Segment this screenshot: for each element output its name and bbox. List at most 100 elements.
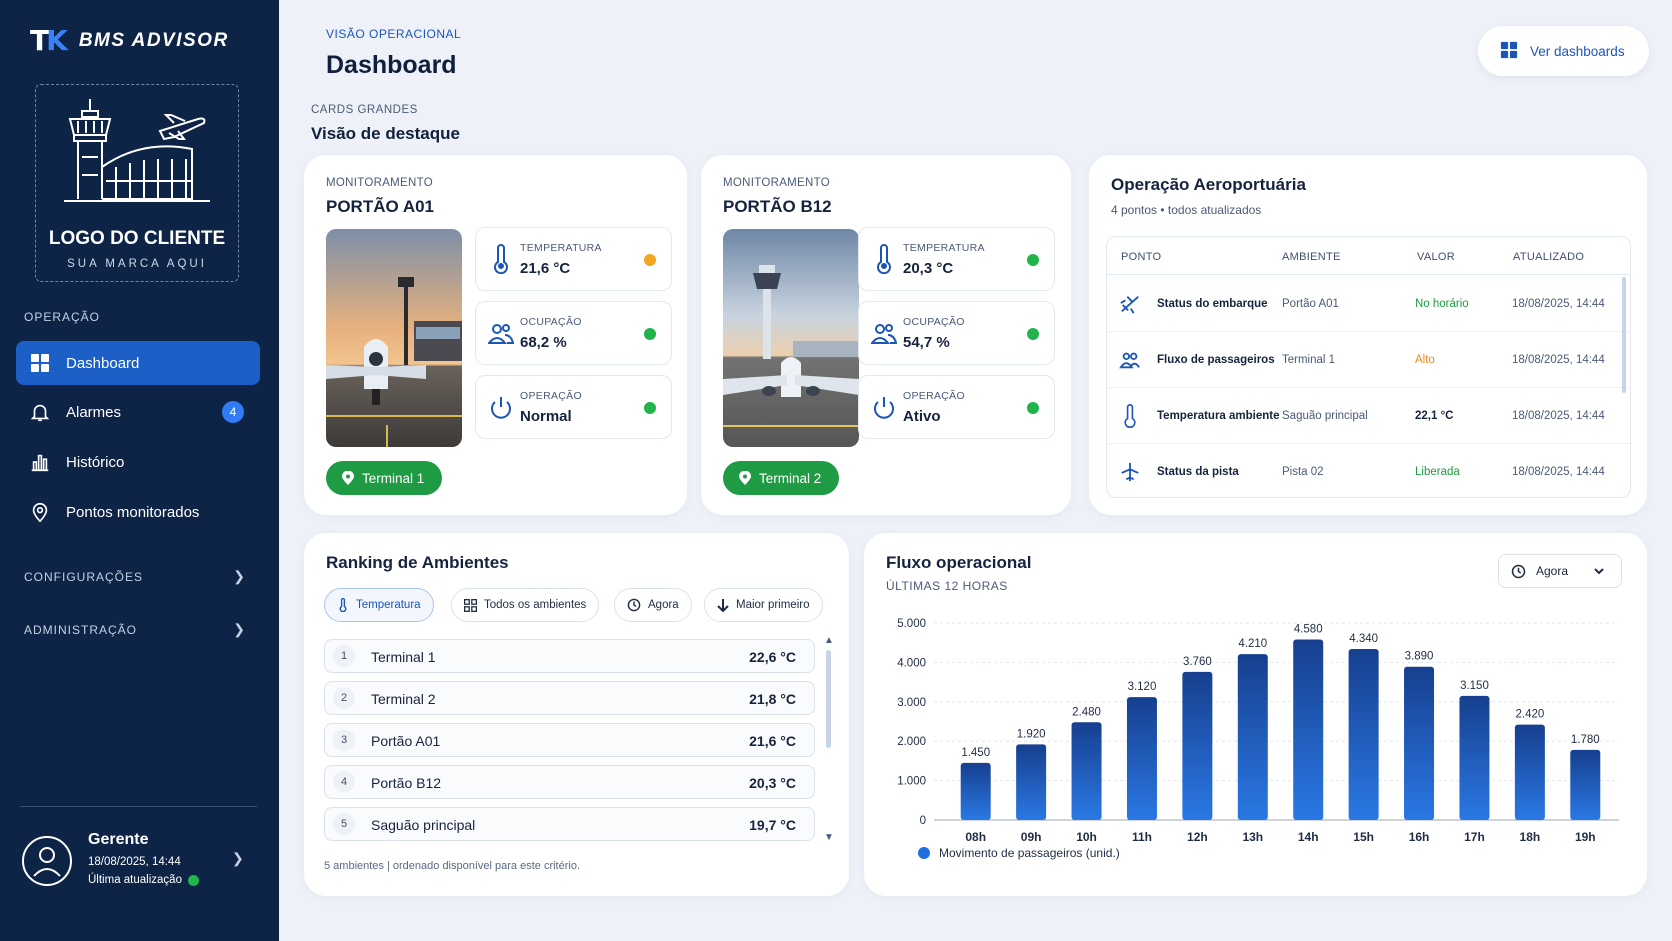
client-logo-placeholder: LOGO DO CLIENTE SUA MARCA AQUI xyxy=(35,84,239,282)
sidebar-item-dashboard[interactable]: Dashboard xyxy=(16,341,260,385)
gate-photo xyxy=(723,229,859,447)
metric-value: 21,6 °C xyxy=(520,260,571,277)
terminal-badge[interactable]: Terminal 1 xyxy=(326,461,443,495)
arrow-down-icon xyxy=(717,599,729,612)
table-row[interactable]: Status da pista Pista 02 Liberada 18/08/… xyxy=(1107,444,1630,497)
ranking-title: Ranking de Ambientes xyxy=(326,553,509,572)
list-item[interactable]: 5 Saguão principal 19,7 °C xyxy=(324,807,815,841)
page-kicker: VISÃO OPERACIONAL xyxy=(326,27,462,41)
chart-bar xyxy=(1293,639,1324,820)
terminal-label: Terminal 2 xyxy=(759,470,822,486)
power-icon xyxy=(874,397,894,419)
brand-logo-icon: TK xyxy=(30,24,68,57)
legend-label: Movimento de passageiros (unid.) xyxy=(939,846,1120,860)
filter-chip-ordem[interactable]: Maior primeiro xyxy=(704,588,823,622)
sidebar-item-alarmes[interactable]: Alarmes 4 xyxy=(16,390,260,434)
fluxo-card: Fluxo operacional ÚLTIMAS 12 HORAS Agora… xyxy=(864,533,1647,896)
fluxo-bar-chart: 0 1.000 2.000 3.000 4.000 5.000 1.450 08h 1.920 0… xyxy=(897,618,1619,844)
chart-bar xyxy=(1237,654,1268,820)
logo-title: LOGO DO CLIENTE xyxy=(48,228,226,249)
chip-label: Todos os ambientes xyxy=(484,599,587,611)
ambiente-cell: Pista 02 xyxy=(1282,466,1324,478)
rank-number: 5 xyxy=(333,813,355,835)
thermometer-icon xyxy=(494,244,508,274)
metric-value: Ativo xyxy=(903,408,941,425)
metric-value: Normal xyxy=(520,408,572,425)
scroll-down-icon[interactable]: ▼ xyxy=(824,832,834,843)
metric-value: 68,2 % xyxy=(520,334,567,351)
user-profile[interactable]: Gerente 18/08/2025, 14:44 Última atualiz… xyxy=(22,830,262,900)
x-tick-label: 16h xyxy=(1409,830,1430,844)
sidebar-item-pontos-monitorados[interactable]: Pontos monitorados xyxy=(16,490,260,534)
ponto-cell: Status do embarque xyxy=(1157,297,1268,310)
metric-label: OPERAÇÃO xyxy=(903,390,965,402)
location-pin-icon xyxy=(28,500,52,524)
thermometer-icon xyxy=(339,598,347,612)
chart-bar xyxy=(960,762,991,820)
filter-chip-ambientes[interactable]: Todos os ambientes xyxy=(451,588,600,622)
page-title: Dashboard xyxy=(326,51,457,79)
filter-chip-agora[interactable]: Agora xyxy=(614,588,692,622)
thermometer-icon xyxy=(1124,403,1136,428)
list-item[interactable]: 2 Terminal 2 21,8 °C xyxy=(324,681,815,715)
atualizado-cell: 18/08/2025, 14:44 xyxy=(1512,353,1605,366)
metric-value: 54,7 % xyxy=(903,334,950,351)
atualizado-cell: 18/08/2025, 14:44 xyxy=(1512,297,1605,310)
x-tick-label: 11h xyxy=(1132,830,1152,844)
terminal-badge[interactable]: Terminal 2 xyxy=(723,461,840,495)
chevron-right-icon[interactable]: ❯ xyxy=(233,621,245,638)
section-configuracoes[interactable]: CONFIGURAÇÕES xyxy=(24,570,143,584)
rank-number: 1 xyxy=(333,645,355,667)
chip-label: Maior primeiro xyxy=(736,599,810,611)
bar-value-label: 2.420 xyxy=(1515,709,1544,721)
chip-label: Temperatura xyxy=(356,599,421,611)
sidebar-item-historico[interactable]: Histórico xyxy=(16,440,260,484)
table-row[interactable]: Fluxo de passageiros Terminal 1 Alto 18/… xyxy=(1107,332,1630,388)
people-group-icon xyxy=(1119,352,1140,368)
table-scrollbar[interactable] xyxy=(1622,277,1626,393)
ambiente-value: 21,6 °C xyxy=(749,733,796,749)
status-dot xyxy=(1027,328,1039,340)
x-tick-label: 12h xyxy=(1187,830,1208,844)
status-dot xyxy=(1027,254,1039,266)
thermometer-icon xyxy=(877,244,891,274)
operacao-subtitle: 4 pontos • todos atualizados xyxy=(1111,203,1262,217)
bar-value-label: 1.920 xyxy=(1017,728,1046,740)
list-scrollbar[interactable] xyxy=(826,650,831,748)
sidebar-item-label: Dashboard xyxy=(66,354,140,372)
ambiente-name: Terminal 1 xyxy=(371,649,436,665)
y-tick-label: 3.000 xyxy=(897,697,926,709)
sidebar-divider xyxy=(20,806,257,807)
x-tick-label: 17h xyxy=(1464,830,1485,844)
ambiente-value: 21,8 °C xyxy=(749,691,796,707)
status-dot xyxy=(644,254,656,266)
grid-icon xyxy=(28,351,52,375)
ver-dashboards-button[interactable]: Ver dashboards xyxy=(1478,26,1649,76)
chip-label: Agora xyxy=(648,599,679,611)
section-administracao[interactable]: ADMINISTRAÇÃO xyxy=(24,623,137,637)
table-row[interactable]: Temperatura ambiente Saguão principal 22… xyxy=(1107,388,1630,444)
chevron-right-icon[interactable]: ❯ xyxy=(233,568,245,585)
status-online-icon xyxy=(187,874,199,886)
table-row[interactable]: Status do embarque Portão A01 No horário… xyxy=(1107,276,1630,332)
location-pin-icon xyxy=(342,471,354,485)
section-kicker: CARDS GRANDES xyxy=(311,104,418,116)
rank-number: 4 xyxy=(333,771,355,793)
x-tick-label: 15h xyxy=(1353,830,1374,844)
filter-chip-temperatura[interactable]: Temperatura xyxy=(324,588,434,622)
y-tick-label: 4.000 xyxy=(897,657,926,669)
x-tick-label: 14h xyxy=(1298,830,1319,844)
list-item[interactable]: 1 Terminal 1 22,6 °C xyxy=(324,639,815,673)
scroll-up-icon[interactable]: ▲ xyxy=(824,635,834,646)
list-item[interactable]: 3 Portão A01 21,6 °C xyxy=(324,723,815,757)
bar-value-label: 4.580 xyxy=(1294,624,1323,636)
ranking-footer: 5 ambientes | ordenado disponível para e… xyxy=(324,860,581,872)
chevron-right-icon[interactable]: ❯ xyxy=(232,850,244,867)
ambiente-name: Portão B12 xyxy=(371,775,442,791)
brand[interactable]: TK BMS ADVISOR xyxy=(30,24,229,57)
list-item[interactable]: 4 Portão B12 20,3 °C xyxy=(324,765,815,799)
brand-name: BMS ADVISOR xyxy=(78,29,229,51)
ambiente-value: 20,3 °C xyxy=(749,775,796,791)
ambiente-value: 22,6 °C xyxy=(749,649,796,665)
y-tick-label: 2.000 xyxy=(897,736,926,748)
